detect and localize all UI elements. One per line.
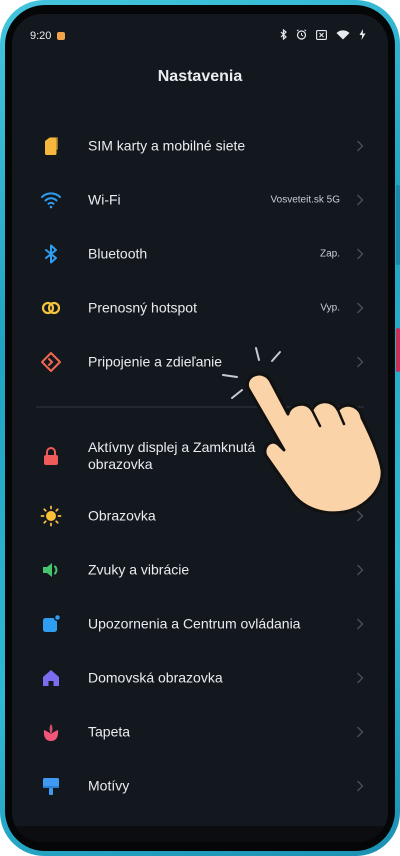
notification-icon bbox=[43, 613, 62, 632]
chevron-right-icon bbox=[357, 248, 364, 260]
status-icons bbox=[280, 29, 366, 40]
speaker-icon bbox=[43, 563, 58, 577]
chevron-right-icon bbox=[357, 140, 364, 152]
chevron-right-icon bbox=[357, 726, 364, 738]
settings-item-label: Wi-Fi bbox=[88, 191, 121, 208]
battery-charging-icon bbox=[359, 29, 366, 40]
alarm-icon bbox=[296, 29, 307, 40]
status-bar: 9:20 bbox=[12, 28, 388, 46]
power-button bbox=[396, 328, 400, 372]
settings-item-label: Tapeta bbox=[88, 723, 131, 740]
settings-item-wifi[interactable]: Wi-Fi Vosveteit.sk 5G bbox=[12, 173, 388, 227]
chevron-right-icon bbox=[357, 618, 364, 630]
settings-item-label: Bluetooth bbox=[88, 245, 148, 262]
wifi-icon bbox=[41, 192, 61, 209]
sharing-icon bbox=[41, 352, 61, 372]
bluetooth-icon bbox=[45, 244, 57, 264]
settings-item-notifications[interactable]: Upozornenia a Centrum ovládania bbox=[12, 597, 388, 651]
chevron-right-icon bbox=[357, 564, 364, 576]
home-icon bbox=[43, 670, 59, 686]
no-sim-icon bbox=[316, 29, 327, 40]
sun-icon bbox=[40, 505, 62, 527]
chevron-right-icon bbox=[357, 194, 364, 206]
settings-item-label: SIM karty a mobilné siete bbox=[88, 137, 246, 154]
chevron-right-icon bbox=[357, 672, 364, 684]
chevron-right-icon bbox=[357, 302, 364, 314]
status-time: 9:20 bbox=[30, 30, 52, 42]
bottom-strip bbox=[12, 826, 388, 842]
settings-item-hotspot[interactable]: Prenosný hotspot Vyp. bbox=[12, 281, 388, 335]
settings-item-themes[interactable]: Motívy bbox=[12, 759, 388, 813]
settings-item-label: Motívy bbox=[88, 777, 130, 794]
settings-item-label: Upozornenia a Centrum ovládania bbox=[88, 615, 301, 632]
bluetooth-status: Zap. bbox=[319, 248, 340, 260]
wifi-status-icon bbox=[336, 29, 350, 39]
hotspot-icon bbox=[41, 301, 61, 315]
settings-item-sound[interactable]: Zvuky a vibrácie bbox=[12, 543, 388, 597]
sim-icon bbox=[45, 137, 58, 155]
settings-item-home-screen[interactable]: Domovská obrazovka bbox=[12, 651, 388, 705]
flower-icon bbox=[43, 724, 59, 741]
settings-item-wallpaper[interactable]: Tapeta bbox=[12, 705, 388, 759]
wifi-network-name: Vosveteit.sk 5G bbox=[270, 194, 340, 206]
bluetooth-status-icon bbox=[280, 29, 287, 40]
settings-item-label: Zvuky a vibrácie bbox=[88, 561, 190, 578]
settings-item-sim[interactable]: SIM karty a mobilné siete bbox=[12, 119, 388, 173]
settings-item-label: Domovská obrazovka bbox=[88, 669, 223, 686]
page-title: Nastavenia bbox=[157, 68, 243, 85]
settings-item-bluetooth[interactable]: Bluetooth Zap. bbox=[12, 227, 388, 281]
chevron-right-icon bbox=[357, 780, 364, 792]
lock-icon bbox=[44, 447, 58, 465]
volume-button bbox=[396, 185, 400, 265]
notification-dot-icon bbox=[57, 32, 65, 40]
hotspot-status: Vyp. bbox=[320, 302, 340, 314]
settings-item-label: Prenosný hotspot bbox=[88, 299, 197, 316]
tap-hand-icon bbox=[222, 347, 384, 515]
brush-icon bbox=[43, 778, 59, 795]
